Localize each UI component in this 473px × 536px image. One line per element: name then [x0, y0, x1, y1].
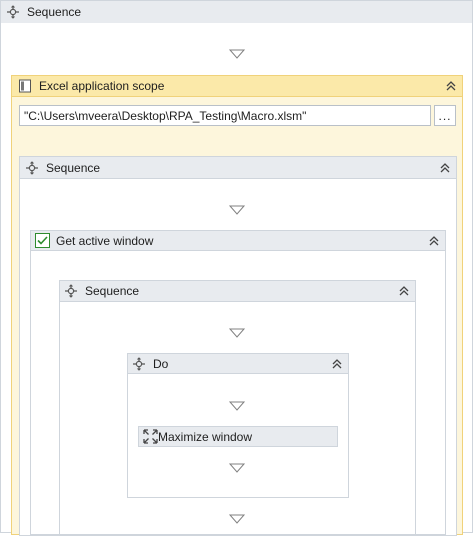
sequence-icon [5, 4, 21, 20]
workbook-path-value: "C:\Users\mveera\Desktop\RPA_Testing\Mac… [24, 108, 307, 123]
get-active-window-header[interactable]: Get active window [30, 230, 446, 251]
drop-target-arrow-icon[interactable] [229, 328, 245, 338]
sequence-icon [24, 160, 40, 176]
checkbox-window-icon [34, 233, 50, 249]
maximize-window-activity[interactable]: Maximize window [138, 426, 338, 447]
browse-file-button[interactable]: ... [434, 105, 456, 126]
drop-target-arrow-icon[interactable] [229, 49, 245, 59]
maximize-window-title: Maximize window [158, 429, 253, 444]
root-sequence-title: Sequence [27, 5, 82, 19]
workbook-path-input[interactable]: "C:\Users\mveera\Desktop\RPA_Testing\Mac… [19, 105, 431, 126]
sequence-2-title: Sequence [85, 284, 140, 298]
sequence-1-title: Sequence [46, 160, 101, 175]
maximize-icon [142, 429, 158, 445]
drop-target-arrow-icon[interactable] [229, 205, 245, 215]
collapse-icon[interactable] [428, 235, 440, 247]
do-block-title: Do [153, 356, 169, 371]
do-block-header[interactable]: Do [127, 353, 349, 374]
root-sequence-header[interactable]: Sequence [0, 0, 473, 24]
drop-target-arrow-icon[interactable] [229, 463, 245, 473]
drop-target-arrow-icon[interactable] [229, 514, 245, 524]
drop-target-arrow-icon[interactable] [229, 401, 245, 411]
get-active-window-title: Get active window [56, 233, 154, 248]
sequence-1-header[interactable]: Sequence [19, 156, 457, 179]
excel-scope-header[interactable]: Excel application scope [11, 75, 463, 97]
sequence-2-header[interactable]: Sequence [59, 280, 416, 302]
collapse-icon[interactable] [445, 80, 457, 92]
excel-scope-icon [17, 78, 33, 94]
collapse-icon[interactable] [331, 358, 343, 370]
sequence-icon [131, 356, 147, 372]
collapse-icon[interactable] [439, 162, 451, 174]
excel-scope-title: Excel application scope [39, 79, 165, 93]
browse-file-label: ... [438, 108, 452, 123]
collapse-icon[interactable] [398, 285, 410, 297]
sequence-icon [63, 283, 79, 299]
